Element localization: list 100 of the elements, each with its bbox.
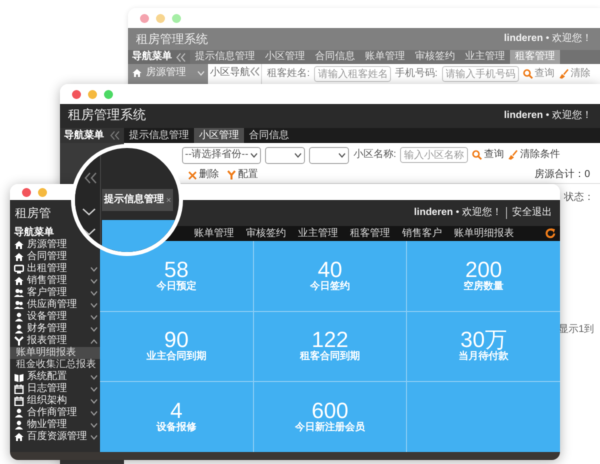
nav-title: 导航菜单 (13, 226, 55, 238)
sidebar-item[interactable]: 物业管理 (10, 419, 100, 431)
stat-label: 空房数量 (464, 280, 504, 293)
people-icon (14, 288, 24, 298)
nav-title: 导航菜单 (64, 130, 104, 142)
sidebar-item[interactable]: 合同管理 (10, 251, 69, 263)
tab[interactable]: 小区管理 (260, 50, 310, 64)
stat-value: 40 (318, 258, 342, 281)
stat-label: 设备报修 (156, 422, 196, 434)
tab[interactable]: 账单管理 (360, 50, 410, 64)
sidebar-item[interactable]: 销售管理 (10, 275, 100, 287)
select-dropdown[interactable]: --请选择省份-- (182, 146, 262, 164)
app-title: 租房管 (15, 206, 51, 220)
window-close-button[interactable] (22, 188, 31, 196)
broom-icon (508, 150, 518, 160)
search-button[interactable]: 查询 (472, 149, 504, 161)
delete-button[interactable]: 删除 (188, 169, 219, 181)
config-button[interactable]: 配置 (227, 169, 258, 181)
sidebar-item[interactable]: 百度资源管理 (10, 431, 100, 443)
sidebar-item[interactable]: 组织架构 (10, 395, 100, 407)
stat-value: 600 (312, 400, 348, 422)
stat-label: 当月待付款 (458, 351, 509, 364)
greeting-text: linderen • 欢迎您！ (504, 110, 592, 122)
stat-value: 30万 (460, 329, 507, 352)
stat-label: 今日新注册会员 (294, 422, 365, 434)
person-icon (14, 324, 24, 334)
logout-link[interactable]: 安全退出 (506, 207, 552, 219)
stat-label: 今日签约 (310, 280, 350, 293)
home-icon (132, 68, 142, 78)
field-label: 租客姓名: (267, 68, 310, 80)
chevron-down-icon[interactable] (82, 228, 96, 236)
collapse-icon[interactable] (84, 172, 98, 184)
clear-button[interactable]: 清除条件 (508, 149, 560, 161)
sidebar-item[interactable]: 报表管理 (10, 335, 100, 347)
greeting-text: linderen • 欢迎您！ (414, 207, 502, 219)
tab[interactable]: 销售客户 (396, 226, 448, 241)
sidebar-item[interactable]: 系统配置 (10, 371, 100, 383)
calendar-icon (14, 396, 24, 406)
chevron-down-icon (338, 152, 346, 158)
clear-button[interactable]: 清除 (558, 68, 591, 80)
app-title: 租房管理系统 (68, 108, 146, 124)
window-close-button[interactable] (72, 90, 81, 98)
sidebar-item[interactable]: 供应商管理 (10, 299, 100, 311)
chevron-down-icon (250, 152, 258, 158)
stat-value: 58 (164, 258, 189, 281)
field-label: 小区名称: (353, 149, 396, 161)
tab[interactable]: 提示信息管理 (190, 50, 260, 64)
search-button[interactable]: 查询 (522, 68, 555, 80)
tab[interactable]: 业主管理 (460, 50, 510, 64)
app-title: 租房管理系统 (136, 32, 208, 46)
home-icon (14, 252, 24, 262)
tree-title: 小区导航 (210, 67, 250, 79)
tab[interactable]: 账单管理 (188, 226, 240, 241)
broom-icon (558, 69, 569, 79)
stat-value: 4 (170, 400, 182, 422)
home-icon (14, 240, 24, 250)
chevron-down-icon (294, 152, 302, 158)
greeting-text: linderen • 欢迎您！ (504, 33, 592, 45)
tab[interactable]: 审核签约 (240, 226, 292, 241)
pagination-text: 显示1到 (558, 324, 594, 336)
stat-label: 业主合同到期 (146, 351, 206, 364)
tab[interactable]: 提示信息管理 (124, 128, 194, 143)
person-icon (14, 420, 24, 430)
collapse-icon[interactable] (110, 131, 120, 140)
field-label: 手机号码: (394, 68, 438, 80)
tab[interactable]: 审核签约 (410, 50, 460, 64)
stat-label: 今日预定 (156, 280, 196, 293)
tab[interactable]: 租客管理 (344, 226, 396, 241)
tab[interactable]: 提示信息管理 × (102, 189, 174, 211)
input-field[interactable]: 请输入租客姓名 (314, 66, 391, 82)
refresh-icon[interactable] (545, 228, 556, 239)
nav-title: 导航菜单 (132, 51, 172, 63)
submenu-item[interactable]: 租金收集汇总报表 (10, 359, 100, 371)
sidebar-item[interactable]: 合作商管理 (10, 407, 100, 419)
monitor-icon (14, 264, 24, 274)
sidebar-item[interactable]: 房源管理 (10, 239, 69, 251)
calendar-icon (14, 384, 24, 394)
chevron-down-icon[interactable] (82, 208, 96, 216)
stat-value: 90 (164, 329, 189, 352)
tab[interactable]: 小区管理 (194, 128, 244, 143)
tab[interactable]: 合同信息 (310, 50, 360, 64)
people-icon (14, 300, 24, 310)
chevron-up-icon[interactable] (90, 338, 98, 344)
collapse-icon[interactable] (176, 52, 186, 62)
sidebar-item[interactable]: 出租管理 (10, 263, 100, 275)
y-shape-icon (14, 336, 24, 346)
sidebar-item[interactable]: 日志管理 (10, 383, 100, 395)
submenu-item[interactable]: 账单明细报表 (10, 347, 100, 359)
sidebar-item[interactable]: 客户管理 (10, 287, 100, 299)
stat-value: 122 (312, 329, 348, 352)
tab[interactable]: 合同信息 (244, 128, 294, 143)
tab[interactable]: 业主管理 (292, 226, 344, 241)
sidebar-item[interactable]: 财务管理 (10, 323, 100, 335)
tab[interactable]: 账单明细报表 (448, 226, 520, 241)
collapse-icon[interactable] (250, 67, 260, 76)
sidebar-item[interactable]: 设备管理 (10, 311, 100, 323)
input-field[interactable]: 输入小区名称 (400, 147, 468, 163)
person-icon (14, 408, 24, 418)
stat-value: 200 (465, 258, 502, 281)
home-icon (14, 432, 24, 442)
